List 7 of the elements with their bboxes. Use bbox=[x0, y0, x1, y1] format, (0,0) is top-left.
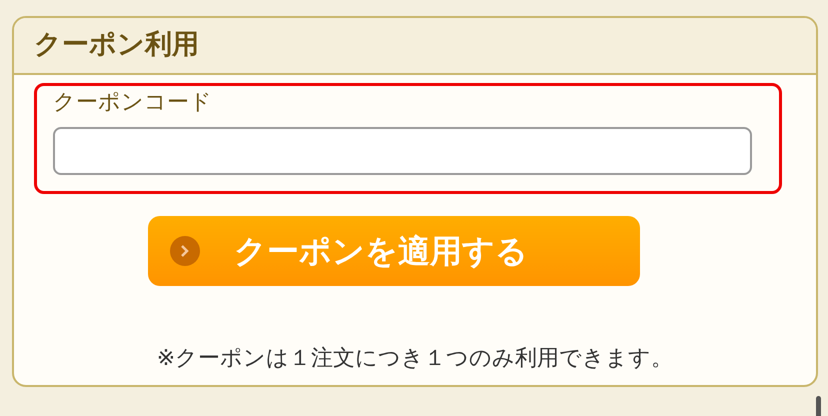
usage-note: ※クーポンは１注文につき１つのみ利用できます。 bbox=[156, 345, 674, 373]
panel-title: クーポン利用 bbox=[34, 28, 199, 62]
field-label: クーポンコード bbox=[53, 89, 213, 117]
apply-coupon-button[interactable]: クーポンを適用する bbox=[148, 216, 640, 286]
coupon-code-field[interactable] bbox=[53, 127, 752, 175]
scrollbar-thumb bbox=[816, 396, 821, 416]
chevron-circle-icon bbox=[170, 236, 200, 266]
